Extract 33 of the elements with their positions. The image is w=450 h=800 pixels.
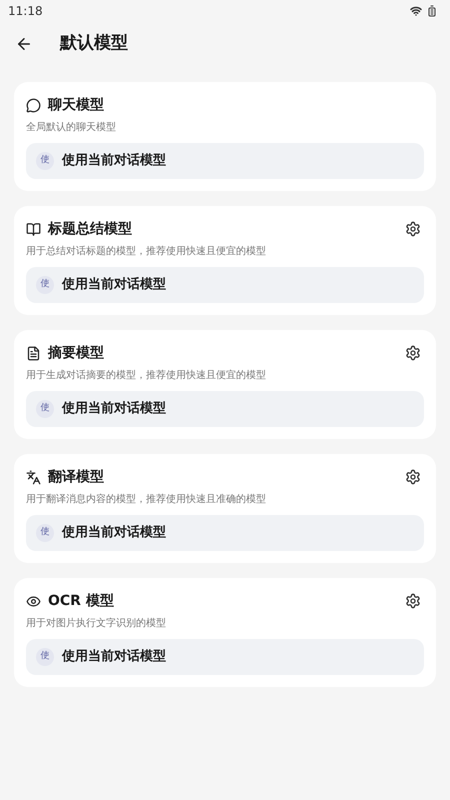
card-description: 用于生成对话摘要的模型，推荐使用快速且便宜的模型 xyxy=(26,368,267,383)
translate-icon xyxy=(26,470,41,484)
settings-icon xyxy=(405,345,421,361)
page-title: 默认模型 xyxy=(60,32,128,56)
card-title: 翻译模型 xyxy=(48,468,104,486)
model-selector[interactable]: 使 使用当前对话模型 xyxy=(26,639,424,675)
model-selector[interactable]: 使 使用当前对话模型 xyxy=(26,515,424,551)
document-icon xyxy=(26,346,41,360)
model-avatar: 使 xyxy=(36,648,54,666)
settings-icon xyxy=(405,221,421,237)
chat-bubble-icon xyxy=(26,98,41,112)
settings-icon xyxy=(405,593,421,609)
model-avatar: 使 xyxy=(36,400,54,418)
card-title: 聊天模型 xyxy=(48,96,104,114)
status-time: 11:18 xyxy=(8,3,43,20)
settings-icon xyxy=(405,469,421,485)
card-description: 全局默认的聊天模型 xyxy=(26,120,117,135)
card-description: 用于翻译消息内容的模型，推荐使用快速且准确的模型 xyxy=(26,492,267,507)
model-avatar: 使 xyxy=(36,152,54,170)
model-avatar: 使 xyxy=(36,276,54,294)
model-avatar: 使 xyxy=(36,524,54,542)
model-selector[interactable]: 使 使用当前对话模型 xyxy=(26,391,424,427)
model-selector[interactable]: 使 使用当前对话模型 xyxy=(26,143,424,179)
card-title: OCR 模型 xyxy=(48,592,114,610)
battery-icon xyxy=(426,5,438,17)
book-icon xyxy=(26,222,41,236)
model-selector[interactable]: 使 使用当前对话模型 xyxy=(26,267,424,303)
card-title: 摘要模型 xyxy=(48,344,104,362)
card-description: 用于对图片执行文字识别的模型 xyxy=(26,616,167,631)
card-title: 标题总结模型 xyxy=(48,220,132,238)
eye-icon xyxy=(26,594,41,608)
card-description: 用于总结对话标题的模型，推荐使用快速且便宜的模型 xyxy=(26,244,267,259)
wifi-icon xyxy=(410,5,422,17)
